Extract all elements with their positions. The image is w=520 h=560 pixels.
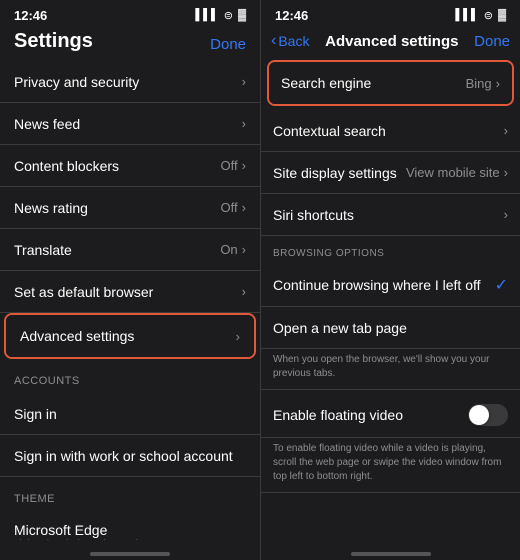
right-time: 12:46 bbox=[275, 8, 308, 23]
chevron-left-icon: ‹ bbox=[271, 32, 276, 50]
left-settings-list: Privacy and security › News feed › Conte… bbox=[0, 61, 260, 540]
news-feed-item[interactable]: News feed › bbox=[0, 103, 260, 145]
chevron-icon: › bbox=[504, 165, 508, 180]
right-title: Advanced settings bbox=[325, 33, 458, 50]
left-home-indicator bbox=[0, 540, 260, 560]
chevron-icon: › bbox=[242, 284, 246, 299]
microsoft-edge-theme-item[interactable]: Microsoft Edge Light tabs, dark InPrivat… bbox=[0, 511, 260, 540]
check-icon: ✓ bbox=[495, 275, 508, 295]
chevron-icon: › bbox=[504, 123, 508, 138]
right-panel: 12:46 ▌▌▌ ⊜ ▓ ‹ Back Advanced settings D… bbox=[260, 0, 520, 560]
advanced-settings-item[interactable]: Advanced settings › bbox=[6, 315, 254, 357]
continue-browsing-item[interactable]: Continue browsing where I left off ✓ bbox=[261, 264, 520, 307]
translate-item[interactable]: Translate On › bbox=[0, 229, 260, 271]
chevron-icon: › bbox=[242, 74, 246, 89]
accounts-section-header: ACCOUNTS bbox=[0, 359, 260, 393]
open-new-tab-item[interactable]: Open a new tab page bbox=[261, 307, 520, 349]
chevron-icon: › bbox=[242, 200, 246, 215]
back-button[interactable]: ‹ Back bbox=[271, 32, 309, 50]
right-status-icons: ▌▌▌ ⊜ ▓ bbox=[455, 9, 506, 22]
site-display-value: View mobile site bbox=[406, 165, 500, 180]
advanced-settings-highlighted[interactable]: Advanced settings › bbox=[4, 313, 256, 359]
floating-video-toggle[interactable] bbox=[468, 404, 508, 426]
news-rating-item[interactable]: News rating Off › bbox=[0, 187, 260, 229]
search-engine-highlighted[interactable]: Search engine Bing › bbox=[267, 60, 514, 106]
site-display-settings-item[interactable]: Site display settings View mobile site › bbox=[261, 152, 520, 194]
sign-in-work-item[interactable]: Sign in with work or school account bbox=[0, 435, 260, 477]
signal-icon: ▌▌▌ bbox=[455, 9, 478, 21]
toggle-knob bbox=[469, 405, 489, 425]
home-bar bbox=[351, 552, 431, 556]
right-status-bar: 12:46 ▌▌▌ ⊜ ▓ bbox=[261, 0, 520, 28]
left-status-bar: 12:46 ▌▌▌ ⊜ ▓ bbox=[0, 0, 260, 28]
default-browser-item[interactable]: Set as default browser › bbox=[0, 271, 260, 313]
chevron-icon: › bbox=[242, 242, 246, 257]
left-header: Settings Done bbox=[0, 28, 260, 61]
battery-icon: ▓ bbox=[498, 9, 506, 21]
floating-video-sub: To enable floating video while a video i… bbox=[261, 438, 520, 493]
browsing-section-header: BROWSING OPTIONS bbox=[261, 236, 520, 264]
home-bar bbox=[90, 552, 170, 556]
theme-section-header: THEME bbox=[0, 477, 260, 511]
left-done-button[interactable]: Done bbox=[210, 36, 246, 53]
left-panel: 12:46 ▌▌▌ ⊜ ▓ Settings Done Privacy and … bbox=[0, 0, 260, 560]
open-new-tab-sub: When you open the browser, we'll show yo… bbox=[261, 349, 520, 390]
siri-shortcuts-item[interactable]: Siri shortcuts › bbox=[261, 194, 520, 236]
content-blockers-item[interactable]: Content blockers Off › bbox=[0, 145, 260, 187]
wifi-icon: ⊜ bbox=[224, 9, 233, 22]
contextual-search-item[interactable]: Contextual search › bbox=[261, 110, 520, 152]
left-status-icons: ▌▌▌ ⊜ ▓ bbox=[195, 9, 246, 22]
chevron-icon: › bbox=[242, 116, 246, 131]
right-home-indicator bbox=[261, 540, 520, 560]
search-engine-value: Bing bbox=[466, 76, 492, 91]
signal-icon: ▌▌▌ bbox=[195, 9, 218, 21]
chevron-icon: › bbox=[236, 329, 240, 344]
left-title: Settings bbox=[14, 30, 93, 53]
privacy-security-item[interactable]: Privacy and security › bbox=[0, 61, 260, 103]
sign-in-item[interactable]: Sign in bbox=[0, 393, 260, 435]
right-settings-list: Search engine Bing › Contextual search ›… bbox=[261, 56, 520, 540]
chevron-icon: › bbox=[496, 76, 500, 91]
right-done-button[interactable]: Done bbox=[474, 33, 510, 50]
search-engine-item[interactable]: Search engine Bing › bbox=[269, 62, 512, 104]
chevron-icon: › bbox=[504, 207, 508, 222]
wifi-icon: ⊜ bbox=[484, 9, 493, 22]
right-header-nav: ‹ Back Advanced settings Done bbox=[261, 28, 520, 56]
battery-icon: ▓ bbox=[238, 9, 246, 21]
chevron-icon: › bbox=[242, 158, 246, 173]
enable-floating-video-item[interactable]: Enable floating video bbox=[261, 390, 520, 438]
left-time: 12:46 bbox=[14, 8, 47, 23]
